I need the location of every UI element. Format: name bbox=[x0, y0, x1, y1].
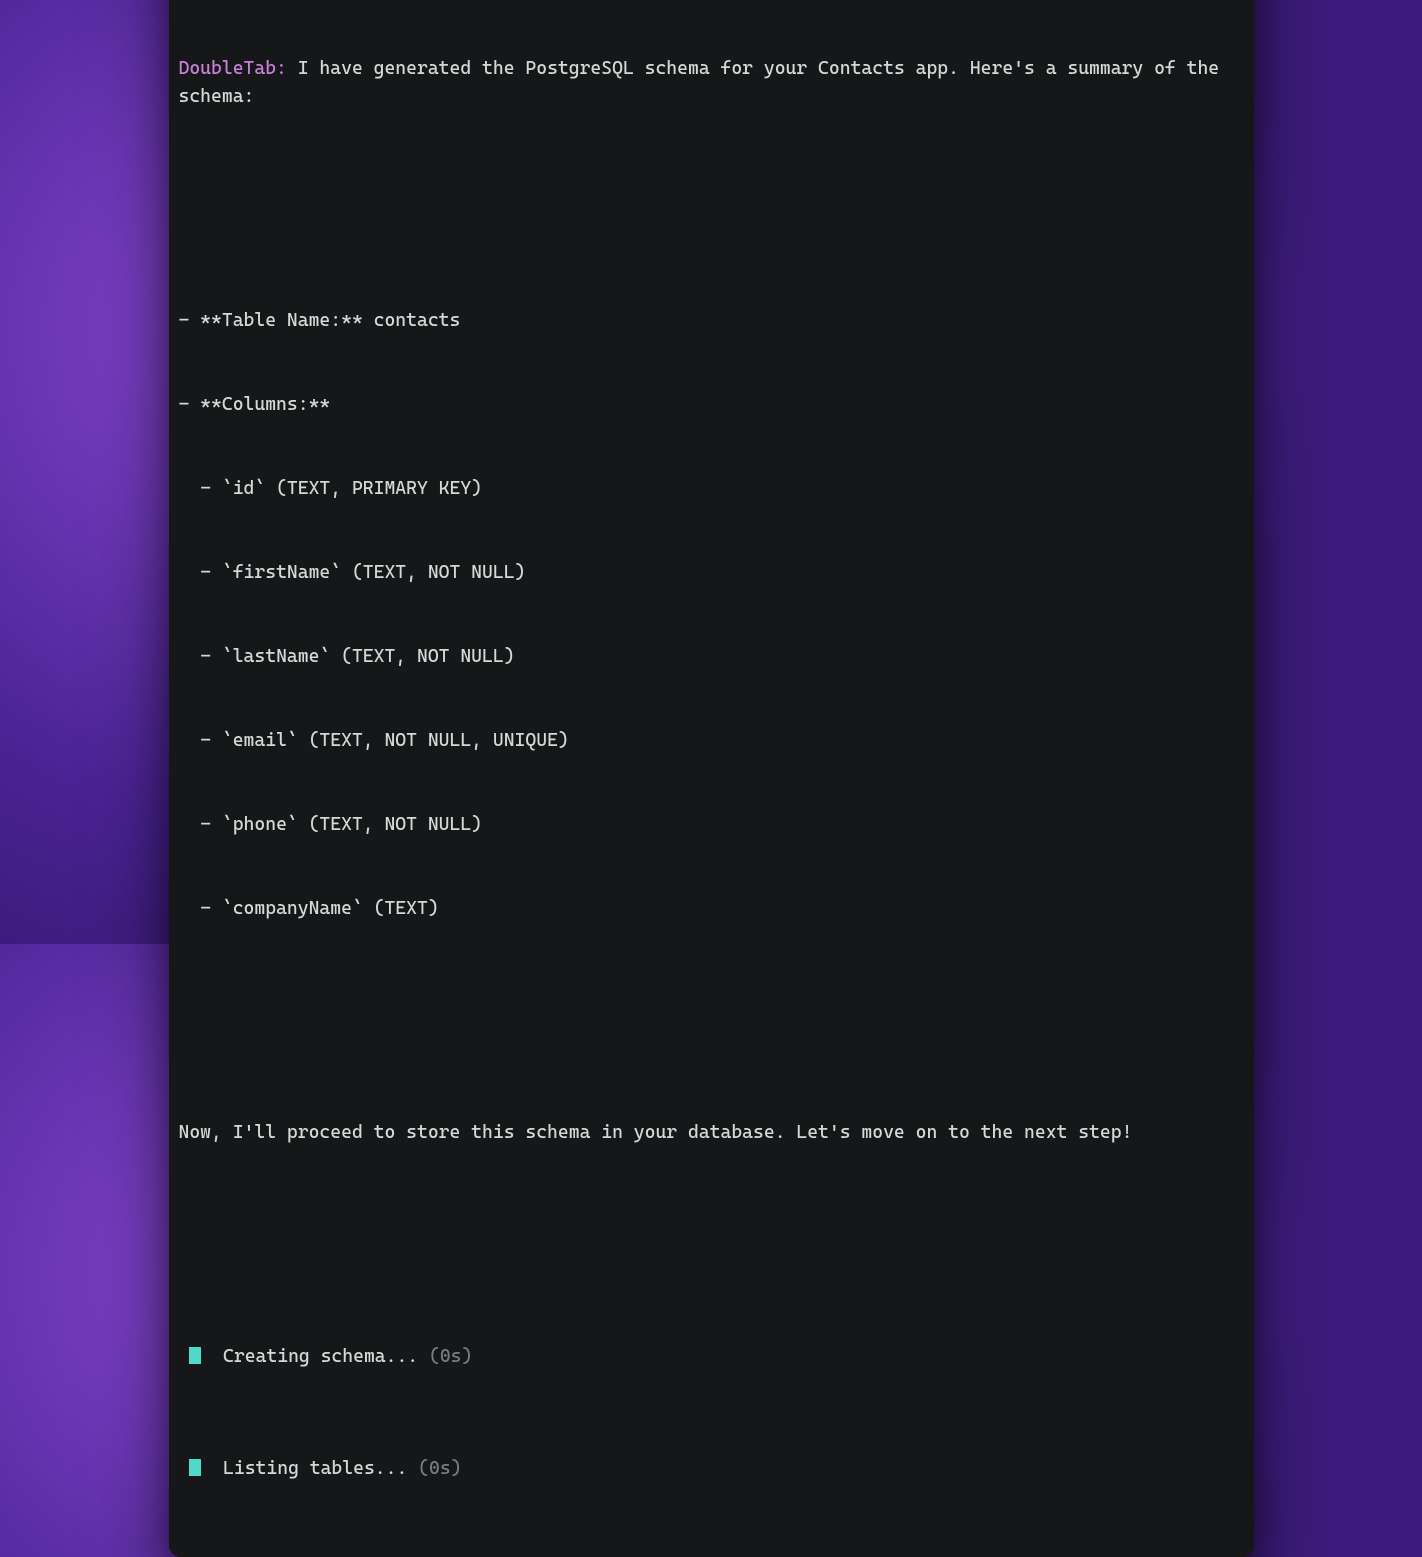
blank-line bbox=[179, 1231, 1244, 1259]
status-label: Listing tables... bbox=[223, 1458, 407, 1479]
schema-columns-header: - **Columns:** bbox=[179, 391, 1244, 419]
status-creating-schema: Creating schema... (0s) bbox=[179, 1343, 1244, 1371]
schema-column-companyname: - `companyName` (TEXT) bbox=[179, 895, 1244, 923]
status-time: (0s) bbox=[418, 1458, 461, 1479]
blank-line bbox=[179, 1007, 1244, 1035]
agent-intro-text: I have generated the PostgreSQL schema f… bbox=[179, 58, 1230, 107]
schema-column-id: - `id` (TEXT, PRIMARY KEY) bbox=[179, 475, 1244, 503]
status-listing-tables: Listing tables... (0s) bbox=[179, 1455, 1244, 1483]
schema-column-lastname: - `lastName` (TEXT, NOT NULL) bbox=[179, 643, 1244, 671]
status-time: (0s) bbox=[429, 1346, 472, 1367]
agent-name: DoubleTab: bbox=[179, 58, 287, 79]
schema-column-firstname: - `firstName` (TEXT, NOT NULL) bbox=[179, 559, 1244, 587]
status-label: Creating schema... bbox=[223, 1346, 418, 1367]
spinner-icon bbox=[189, 1459, 201, 1476]
schema-table-name-line: - **Table Name:** contacts bbox=[179, 307, 1244, 335]
agent-response-outro: Now, I'll proceed to store this schema i… bbox=[179, 1119, 1244, 1147]
agent-response-intro: DoubleTab: I have generated the PostgreS… bbox=[179, 55, 1244, 111]
spinner-icon bbox=[189, 1347, 201, 1364]
blank-line bbox=[179, 195, 1244, 223]
schema-column-email: - `email` (TEXT, NOT NULL, UNIQUE) bbox=[179, 727, 1244, 755]
schema-column-phone: - `phone` (TEXT, NOT NULL) bbox=[179, 811, 1244, 839]
terminal-window: -zsh ⌥⌘2 Would you like to proceed with … bbox=[169, 0, 1254, 1557]
terminal-body[interactable]: Would you like to proceed with generatin… bbox=[169, 0, 1254, 1557]
